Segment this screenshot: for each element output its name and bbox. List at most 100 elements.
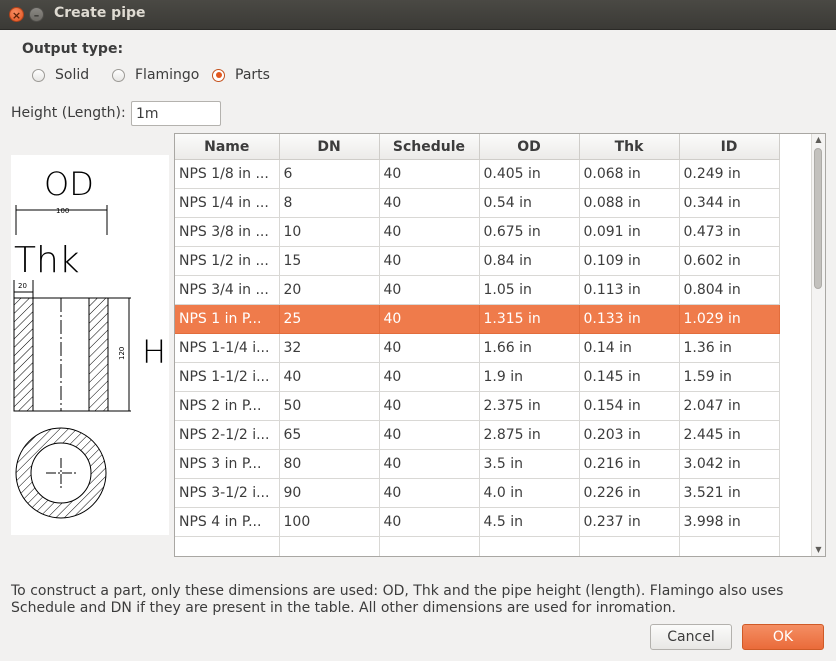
table-cell[interactable]: 3.5 in: [479, 449, 580, 479]
table-cell[interactable]: 0.088 in: [579, 188, 680, 218]
table-cell[interactable]: 25: [279, 304, 380, 334]
table-cell[interactable]: 3.042 in: [679, 449, 780, 479]
table-cell[interactable]: 6: [279, 159, 380, 189]
table-cell[interactable]: NPS 1/4 in ...: [175, 188, 280, 218]
column-header-dn[interactable]: DN: [279, 134, 380, 160]
radio-indicator[interactable]: [32, 68, 45, 82]
radio-solid-label[interactable]: Solid: [55, 67, 89, 83]
table-cell[interactable]: 0.405 in: [479, 159, 580, 189]
table-row[interactable]: NPS 2-1/2 i... 65 40 2.875 in 0.203 in 2.445 …: [175, 420, 780, 450]
table-row[interactable]: NPS 1/8 in ... 6 40 0.405 in 0.068 in 0.249 i…: [175, 159, 780, 189]
radio-parts-label[interactable]: Parts: [235, 67, 270, 83]
table-cell[interactable]: 3.998 in: [679, 507, 780, 537]
table-row[interactable]: NPS 3/4 in ... 20 40 1.05 in 0.113 in 0.804 i…: [175, 275, 780, 305]
table-cell[interactable]: 0.237 in: [579, 507, 680, 537]
table-row[interactable]: NPS 3 in P... 80 40 3.5 in 0.216 in 3.042 in: [175, 449, 780, 479]
radio-flamingo-label[interactable]: Flamingo: [135, 67, 199, 83]
table-cell[interactable]: 0.133 in: [579, 304, 680, 334]
table-cell[interactable]: 0.84 in: [479, 246, 580, 276]
column-header-od[interactable]: OD: [479, 134, 580, 160]
table-cell[interactable]: 4.5 in: [479, 507, 580, 537]
table-cell[interactable]: 32: [279, 333, 380, 363]
cancel-button[interactable]: Cancel: [650, 624, 732, 650]
table-cell[interactable]: 2.047 in: [679, 391, 780, 421]
scrollbar-thumb[interactable]: [814, 148, 822, 289]
table-cell[interactable]: 40: [379, 246, 480, 276]
table-cell[interactable]: 40: [379, 188, 480, 218]
column-header-id[interactable]: ID: [679, 134, 780, 160]
close-window-button[interactable]: ×: [9, 7, 24, 22]
table-cell[interactable]: 90: [279, 478, 380, 508]
table-cell[interactable]: NPS 1 in P...: [175, 304, 280, 334]
table-cell[interactable]: 40: [379, 333, 480, 363]
table-cell[interactable]: 100: [279, 507, 380, 537]
table-cell[interactable]: 40: [379, 507, 480, 537]
table-cell[interactable]: 80: [279, 449, 380, 479]
scroll-down-icon[interactable]: ▼: [812, 544, 825, 556]
table-row[interactable]: NPS 1 in P... 25 40 1.315 in 0.133 in 1.029 i…: [175, 304, 780, 334]
minimize-window-button[interactable]: –: [29, 7, 44, 22]
table-cell[interactable]: NPS 3 in P...: [175, 449, 280, 479]
table-cell[interactable]: 1.59 in: [679, 362, 780, 392]
table-cell[interactable]: 40: [379, 217, 480, 247]
table-cell[interactable]: 40: [379, 275, 480, 305]
table-cell[interactable]: 40: [379, 362, 480, 392]
table-cell[interactable]: [379, 536, 480, 556]
table-cell[interactable]: 1.9 in: [479, 362, 580, 392]
table-row[interactable]: NPS 1/2 in ... 15 40 0.84 in 0.109 in 0.602 i…: [175, 246, 780, 276]
table-cell[interactable]: 40: [379, 391, 480, 421]
table-cell[interactable]: [479, 536, 580, 556]
table-row[interactable]: NPS 1-1/4 i... 32 40 1.66 in 0.14 in 1.36 in: [175, 333, 780, 363]
table-vertical-scrollbar[interactable]: ▲ ▼: [811, 134, 825, 556]
pipe-table[interactable]: Name DN Schedule OD Thk ID NPS 1/8 in ..…: [174, 133, 826, 557]
table-cell[interactable]: 0.109 in: [579, 246, 680, 276]
table-cell[interactable]: 40: [379, 449, 480, 479]
table-cell[interactable]: 1.029 in: [679, 304, 780, 334]
table-cell[interactable]: 2.445 in: [679, 420, 780, 450]
table-cell[interactable]: 0.473 in: [679, 217, 780, 247]
table-cell[interactable]: 1.66 in: [479, 333, 580, 363]
radio-parts[interactable]: Parts: [212, 66, 270, 84]
table-cell[interactable]: 3.521 in: [679, 478, 780, 508]
table-row[interactable]: NPS 3-1/2 i... 90 40 4.0 in 0.226 in 3.521 in: [175, 478, 780, 508]
table-cell[interactable]: 0.602 in: [679, 246, 780, 276]
table-cell[interactable]: 50: [279, 391, 380, 421]
column-header-schedule[interactable]: Schedule: [379, 134, 480, 160]
table-cell[interactable]: 0.804 in: [679, 275, 780, 305]
table-cell[interactable]: 0.068 in: [579, 159, 680, 189]
table-cell[interactable]: 15: [279, 246, 380, 276]
table-cell[interactable]: [279, 536, 380, 556]
table-cell[interactable]: 0.226 in: [579, 478, 680, 508]
table-cell[interactable]: 1.05 in: [479, 275, 580, 305]
radio-solid[interactable]: Solid: [32, 66, 89, 84]
table-row[interactable]: NPS 2 in P... 50 40 2.375 in 0.154 in 2.047 i…: [175, 391, 780, 421]
table-cell[interactable]: 40: [379, 159, 480, 189]
table-cell[interactable]: 20: [279, 275, 380, 305]
height-input[interactable]: [131, 101, 221, 126]
table-cell[interactable]: 0.54 in: [479, 188, 580, 218]
table-cell[interactable]: 0.216 in: [579, 449, 680, 479]
table-cell[interactable]: NPS 2-1/2 i...: [175, 420, 280, 450]
table-row[interactable]: NPS 3/8 in ... 10 40 0.675 in 0.091 in 0.473 …: [175, 217, 780, 247]
table-cell[interactable]: 0.675 in: [479, 217, 580, 247]
table-cell[interactable]: NPS 3-1/2 i...: [175, 478, 280, 508]
table-cell[interactable]: 2.875 in: [479, 420, 580, 450]
table-cell[interactable]: 0.249 in: [679, 159, 780, 189]
table-cell[interactable]: 2.375 in: [479, 391, 580, 421]
ok-button[interactable]: OK: [742, 624, 824, 650]
table-cell[interactable]: NPS 3/4 in ...: [175, 275, 280, 305]
table-cell[interactable]: NPS 1-1/2 i...: [175, 362, 280, 392]
column-header-name[interactable]: Name: [175, 134, 280, 160]
table-cell[interactable]: 0.203 in: [579, 420, 680, 450]
radio-flamingo[interactable]: Flamingo: [112, 66, 199, 84]
column-header-thk[interactable]: Thk: [579, 134, 680, 160]
table-cell[interactable]: 0.091 in: [579, 217, 680, 247]
table-cell[interactable]: NPS 2 in P...: [175, 391, 280, 421]
table-cell[interactable]: NPS 4 in P...: [175, 507, 280, 537]
table-cell[interactable]: 0.14 in: [579, 333, 680, 363]
table-cell[interactable]: 40: [379, 304, 480, 334]
table-cell[interactable]: 0.113 in: [579, 275, 680, 305]
table-row[interactable]: NPS 1-1/2 i... 40 40 1.9 in 0.145 in 1.59 in: [175, 362, 780, 392]
table-cell[interactable]: 8: [279, 188, 380, 218]
table-cell[interactable]: 1.36 in: [679, 333, 780, 363]
